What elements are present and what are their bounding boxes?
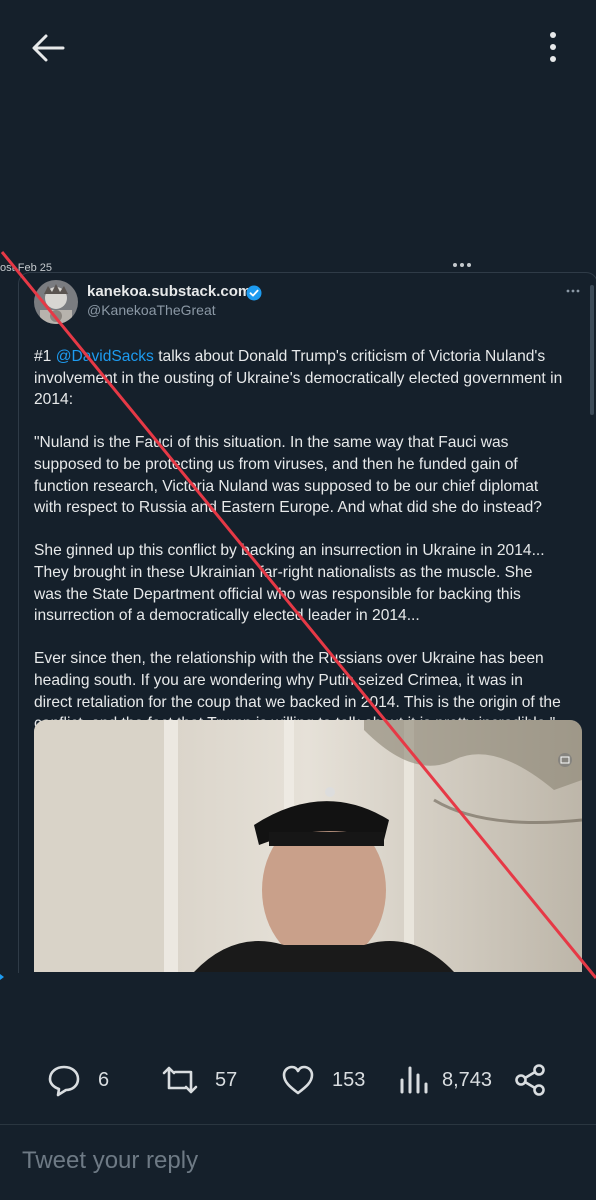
like-count: 153 [332,1068,366,1091]
video-frame-image [34,720,582,972]
mention-link[interactable]: @DavidSacks [56,348,154,365]
divider [0,1124,596,1125]
back-button[interactable] [28,28,68,68]
more-vertical-icon [550,32,556,62]
reply-input[interactable] [20,1140,564,1182]
arrow-left-icon [32,34,65,62]
tweet-more-icon[interactable] [566,286,580,296]
video-thumbnail[interactable] [34,720,582,972]
like-button[interactable]: 153 [280,1062,365,1098]
share-icon [515,1064,545,1096]
video-settings-icon[interactable] [557,752,573,768]
repost-icon [162,1066,198,1094]
avatar-image [34,280,78,324]
reply-button[interactable]: 6 [46,1062,109,1098]
repost-button[interactable]: 57 [161,1062,237,1098]
scrollbar[interactable] [590,285,594,415]
views-button[interactable]: 8,743 [398,1062,492,1098]
heart-icon [282,1065,314,1095]
tweet-paragraph: #1 @DavidSacks talks about Donald Trump'… [34,346,564,411]
more-horizontal-icon[interactable] [452,259,472,271]
caret-icon [0,974,4,980]
reply-count: 6 [98,1068,110,1091]
verified-badge-icon [246,285,262,301]
views-chart-icon [400,1066,428,1094]
author-handle[interactable]: @KanekoaTheGreat [87,302,216,318]
top-bar [0,0,596,96]
tweet-text-segment: #1 [34,348,56,365]
tweet-paragraph: "Nuland is the Fauci of this situation. … [34,434,542,517]
more-options-button[interactable] [536,26,570,68]
repost-count: 57 [215,1068,238,1091]
share-button[interactable] [512,1062,548,1098]
tweet-paragraph: She ginned up this conflict by backing a… [34,542,545,625]
reply-icon [48,1065,80,1097]
tweet-actions: 6 57 153 8,743 [0,1052,596,1108]
avatar[interactable] [34,280,78,324]
author-name[interactable]: kanekoa.substack.com [87,283,251,300]
tweet-text: #1 @DavidSacks talks about Donald Trump'… [34,346,564,756]
views-count: 8,743 [442,1068,493,1091]
